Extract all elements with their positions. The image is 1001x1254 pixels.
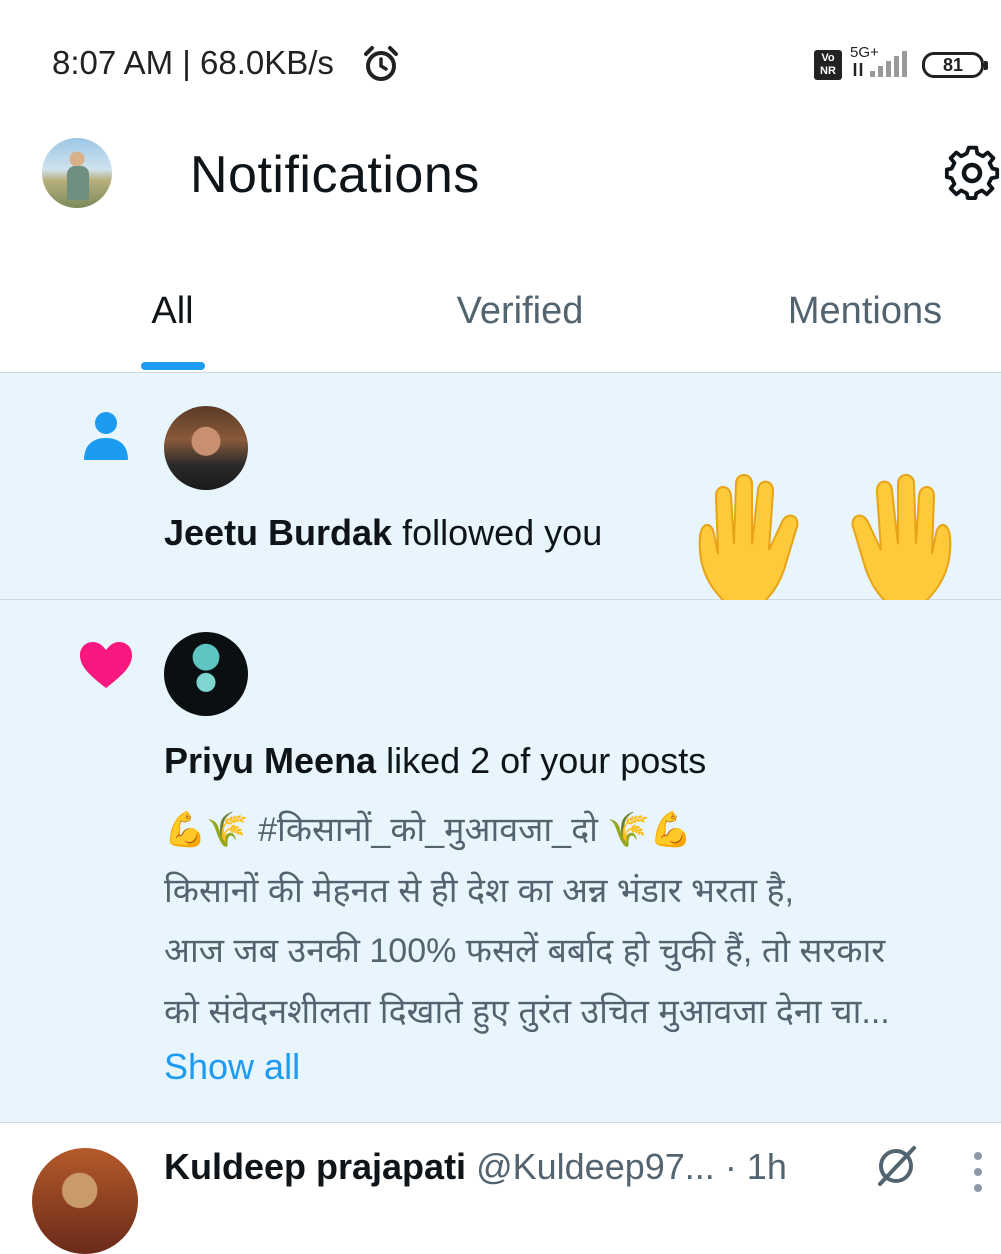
tweet-author-handle[interactable]: @Kuldeep97... xyxy=(476,1146,715,1187)
show-all-link[interactable]: Show all xyxy=(164,1046,300,1088)
post-preview-line: आज जब उनकी 100% फसलें बर्बाद हो चुकी हैं… xyxy=(164,932,886,970)
raised-hands-emoji xyxy=(698,474,952,614)
tab-mentions[interactable]: Mentions xyxy=(760,290,970,333)
liker-name[interactable]: Priyu Meena xyxy=(164,740,376,781)
active-tab-indicator xyxy=(141,362,205,370)
gear-icon[interactable] xyxy=(944,144,1000,202)
post-preview-line: को संवेदनशीलता दिखाते हुए तुरंत उचित मुआ… xyxy=(164,993,890,1031)
grok-icon[interactable] xyxy=(874,1144,918,1188)
follower-name[interactable]: Jeetu Burdak xyxy=(164,512,392,553)
tab-verified[interactable]: Verified xyxy=(420,290,620,333)
like-action-text: liked 2 of your posts xyxy=(386,740,707,781)
follower-avatar[interactable] xyxy=(164,406,248,490)
page-title: Notifications xyxy=(190,146,480,204)
alarm-icon xyxy=(364,46,398,81)
follow-action-text: followed you xyxy=(402,512,603,553)
tweet-author-avatar[interactable] xyxy=(32,1148,138,1254)
heart-icon xyxy=(80,642,132,688)
tab-all[interactable]: All xyxy=(100,290,245,333)
signal-icon xyxy=(853,51,907,77)
battery-icon: 81 xyxy=(922,52,988,78)
follow-notification-text: Jeetu Burdak followed you xyxy=(164,512,602,554)
avatar[interactable] xyxy=(42,138,112,208)
liker-avatar[interactable] xyxy=(164,632,248,716)
tweet-header: Kuldeep prajapati @Kuldeep97... · 1h xyxy=(164,1146,787,1188)
tweet-author-name[interactable]: Kuldeep prajapati xyxy=(164,1146,466,1187)
status-time-speed: 8:07 AM | 68.0KB/s xyxy=(52,44,334,81)
post-preview-line: किसानों की मेहनत से ही देश का अन्न भंडार… xyxy=(164,872,794,910)
post-preview-line: 💪🌾 #किसानों_को_मुआवजा_दो 🌾💪 xyxy=(164,811,693,849)
more-options-icon[interactable] xyxy=(972,1150,984,1194)
volte-icon: Vo NR xyxy=(814,50,842,80)
person-icon xyxy=(84,412,128,460)
tweet-time: · 1h xyxy=(724,1146,787,1187)
like-notification-text: Priyu Meena liked 2 of your posts xyxy=(164,740,706,782)
notification-like[interactable] xyxy=(0,600,1001,1123)
